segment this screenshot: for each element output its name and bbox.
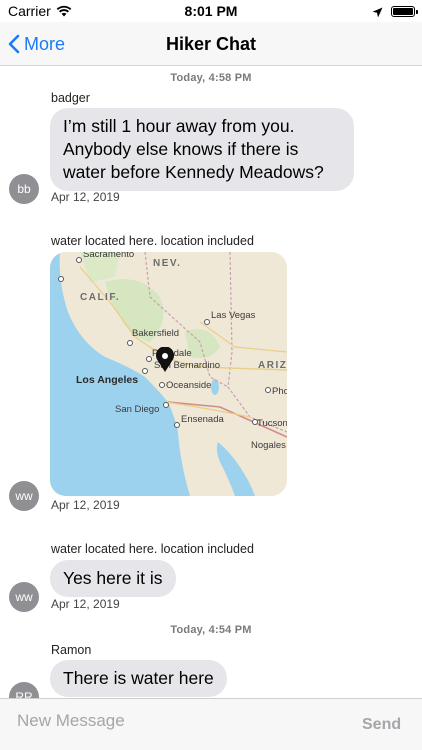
city-dot <box>58 276 64 282</box>
sender-name: Ramon <box>51 643 92 657</box>
map-pin-icon <box>154 347 176 373</box>
city-dot <box>146 356 152 362</box>
map-label-san-diego: San Diego <box>115 404 160 415</box>
message-bubble[interactable]: Yes here it is <box>50 560 176 597</box>
avatar[interactable]: ww <box>9 582 39 612</box>
message-bubble[interactable]: I’m still 1 hour away from you. Anybody … <box>50 108 354 191</box>
map-attachment[interactable]: Sacramento NEV. CALIF. Las Vegas Bakersf… <box>50 252 287 496</box>
city-dot <box>142 368 148 374</box>
map-label-calif: CALIF. <box>80 292 121 303</box>
message-date: Apr 12, 2019 <box>51 190 120 204</box>
status-bar: Carrier 8:01 PM <box>0 0 422 22</box>
map-label-las-vegas: Las Vegas <box>211 310 256 321</box>
map-label-oceanside: Oceanside <box>166 380 212 391</box>
map-label-ariz: ARIZ <box>258 360 287 371</box>
map-label-los-angeles: Los Angeles <box>76 374 139 386</box>
map-label-ensenada: Ensenada <box>181 414 224 425</box>
sender-name: water located here. location included <box>51 542 254 556</box>
city-dot <box>204 319 210 325</box>
timestamp-header: Today, 4:54 PM <box>170 624 252 636</box>
city-dot <box>76 257 82 263</box>
map-label-nogales: Nogales <box>251 440 286 451</box>
message-input-bar: Send <box>0 698 422 750</box>
navigation-bar: More Hiker Chat <box>0 22 422 66</box>
battery-icon <box>391 6 418 17</box>
map-label-nev: NEV. <box>153 258 182 269</box>
message-list[interactable]: Today, 4:58 PM badger I’m still 1 hour a… <box>0 66 422 698</box>
city-dot <box>174 422 180 428</box>
send-button[interactable]: Send <box>362 716 401 734</box>
avatar[interactable]: ww <box>9 481 39 511</box>
status-time: 8:01 PM <box>184 3 238 19</box>
page-title: Hiker Chat <box>165 34 257 54</box>
city-dot <box>127 340 133 346</box>
avatar[interactable]: RR <box>9 682 39 698</box>
message-input[interactable] <box>8 705 338 737</box>
map-label-sacramento: Sacramento <box>83 252 135 260</box>
message-date: Apr 12, 2019 <box>51 498 120 512</box>
city-dot <box>163 402 169 408</box>
sender-name: badger <box>51 91 90 105</box>
message-date: Apr 12, 2019 <box>51 597 120 611</box>
timestamp-header: Today, 4:58 PM <box>170 72 252 84</box>
map-label-tucson: Tucson <box>257 418 287 429</box>
city-dot <box>265 387 271 393</box>
message-bubble[interactable]: There is water here <box>50 660 227 697</box>
city-dot <box>159 382 165 388</box>
map-label-phoenix: Pho <box>272 386 287 397</box>
location-arrow-icon <box>372 5 383 21</box>
sender-name: water located here. location included <box>51 234 254 248</box>
map-label-bakersfield: Bakersfield <box>132 328 179 339</box>
avatar[interactable]: bb <box>9 174 39 204</box>
